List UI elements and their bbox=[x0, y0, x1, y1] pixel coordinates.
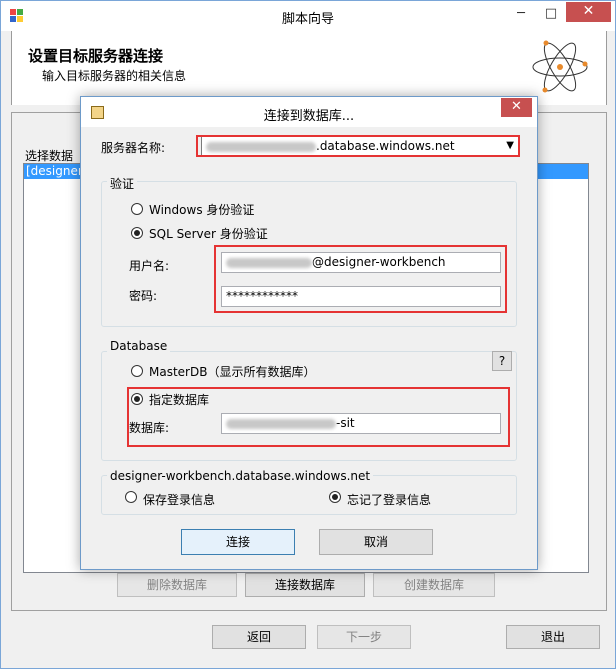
delete-database-button[interactable]: 删除数据库 bbox=[117, 573, 237, 597]
title-bar: 脚本向导 ─ □ ✕ bbox=[1, 1, 615, 31]
dialog-title: 连接到数据库... bbox=[263, 109, 355, 124]
masterdb-label: MasterDB（显示所有数据库） bbox=[149, 365, 316, 379]
database-highlight-box bbox=[127, 387, 510, 447]
create-database-button[interactable]: 创建数据库 bbox=[373, 573, 495, 597]
header-subtitle: 输入目标服务器的相关信息 bbox=[42, 69, 187, 83]
save-login-radio[interactable] bbox=[125, 491, 137, 503]
connect-database-button[interactable]: 连接数据库 bbox=[245, 573, 365, 597]
save-login-group-label: designer-workbench.database.windows.net bbox=[107, 469, 374, 483]
cancel-button[interactable]: 取消 bbox=[319, 529, 433, 555]
windows-auth-radio[interactable] bbox=[131, 203, 143, 215]
sql-auth-label: SQL Server 身份验证 bbox=[149, 227, 268, 241]
sql-auth-radio[interactable] bbox=[131, 227, 143, 239]
windows-auth-label: Windows 身份验证 bbox=[149, 203, 255, 217]
auth-group-label: 验证 bbox=[107, 175, 138, 192]
header-title: 设置目标服务器连接 bbox=[28, 47, 164, 65]
username-label: 用户名: bbox=[129, 259, 170, 273]
close-button[interactable]: ✕ bbox=[566, 2, 611, 22]
database-group-label: Database bbox=[107, 339, 171, 353]
server-name-label: 服务器名称: bbox=[101, 141, 166, 155]
connect-dialog: 连接到数据库... ✕ 服务器名称: .database.windows.net… bbox=[80, 96, 538, 570]
maximize-button[interactable]: □ bbox=[536, 3, 566, 25]
forget-login-label: 忘记了登录信息 bbox=[347, 493, 432, 507]
dialog-close-button[interactable]: ✕ bbox=[501, 98, 532, 117]
minimize-button[interactable]: ─ bbox=[506, 3, 536, 25]
save-login-label: 保存登录信息 bbox=[143, 493, 216, 507]
help-button[interactable]: ? bbox=[492, 351, 512, 371]
header-band: 设置目标服务器连接 输入目标服务器的相关信息 bbox=[11, 31, 607, 105]
credentials-highlight-box bbox=[214, 245, 507, 313]
select-data-label: 选择数据 bbox=[25, 149, 74, 163]
exit-button[interactable]: 退出 bbox=[506, 625, 600, 649]
server-highlight-box bbox=[196, 135, 520, 157]
atom-icon bbox=[532, 40, 588, 93]
back-button[interactable]: 返回 bbox=[212, 625, 306, 649]
forget-login-radio[interactable] bbox=[329, 491, 341, 503]
connect-button[interactable]: 连接 bbox=[181, 529, 295, 555]
password-label: 密码: bbox=[129, 289, 158, 303]
masterdb-radio[interactable] bbox=[131, 365, 143, 377]
dialog-title-bar: 连接到数据库... ✕ bbox=[81, 97, 537, 127]
next-button[interactable]: 下一步 bbox=[317, 625, 411, 649]
